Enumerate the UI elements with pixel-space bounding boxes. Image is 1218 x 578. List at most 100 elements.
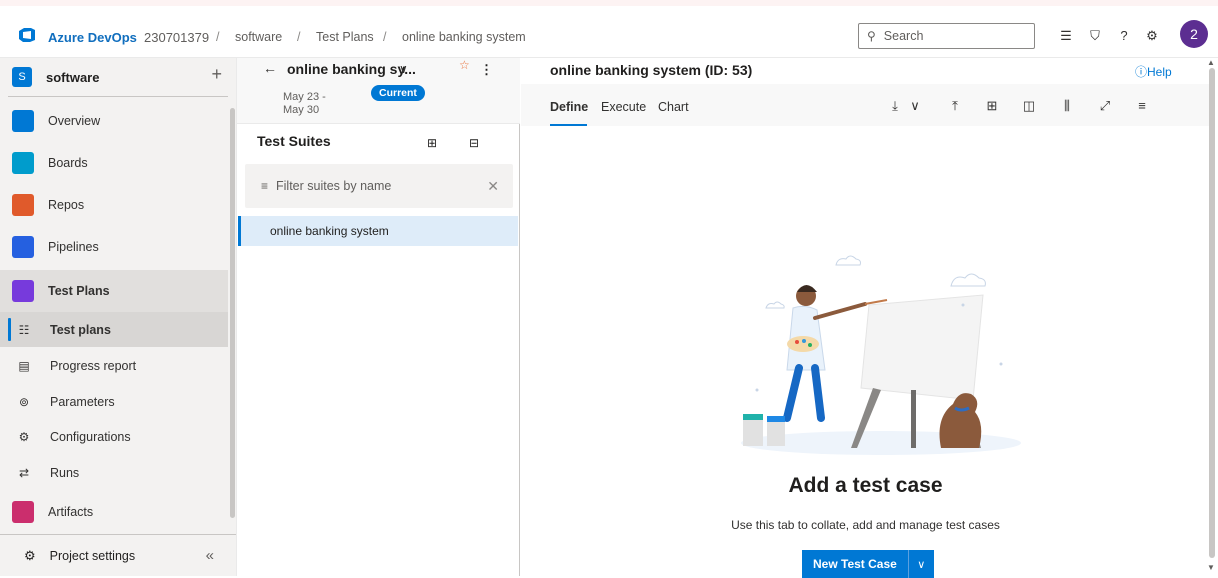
help-link[interactable]: ⓘHelp (1135, 63, 1172, 80)
gear-icon: ⚙ (24, 547, 36, 563)
user-settings-icon[interactable]: ⚙ (1144, 28, 1160, 44)
fullscreen-icon[interactable]: ⤢ (1097, 98, 1113, 114)
more-options-icon[interactable]: ⋮ (480, 62, 493, 78)
suite-label: online banking system (270, 224, 389, 238)
column-options-icon[interactable]: ⫼ (1059, 98, 1075, 114)
chevron-down-icon[interactable]: ∨ (907, 98, 923, 114)
nav-label: Overview (48, 114, 101, 128)
project-badge: S (12, 67, 32, 87)
divider (8, 96, 228, 97)
nav-scrollbar[interactable] (230, 108, 235, 518)
nav-item-pipelines[interactable]: Pipelines (0, 226, 228, 268)
brand-name[interactable]: Azure DevOps (48, 30, 137, 45)
breadcrumb-separator: / (383, 30, 387, 44)
plan-dates: May 23 - May 30 (283, 91, 326, 116)
filter-icon: ≡ (261, 179, 269, 193)
collapse-nav-icon[interactable]: « (206, 547, 214, 564)
nav-label: Pipelines (48, 240, 99, 254)
suites-title: Test Suites (257, 133, 331, 149)
project-header[interactable]: S software + (8, 62, 228, 92)
sub-item-runs[interactable]: ⇄ Runs (0, 455, 228, 490)
nav-item-overview[interactable]: Overview (0, 100, 228, 142)
sub-item-progress-report[interactable]: ▤ Progress report (0, 348, 228, 383)
suite-detail-pane: online banking system (ID: 53) ⓘHelp Def… (521, 58, 1218, 578)
grid-view-icon[interactable]: ⊞ (984, 98, 1000, 114)
top-bar: Azure DevOps 230701379 / software / Test… (0, 6, 1218, 58)
tab-define[interactable]: Define (550, 100, 588, 114)
test-plans-icon (12, 280, 34, 302)
runs-icon: ⇄ (18, 465, 30, 480)
nav-label: Boards (48, 156, 88, 170)
filter-icon[interactable]: ≡ (1134, 98, 1150, 113)
collapse-all-icon[interactable]: ⊟ (469, 136, 479, 150)
nav-item-boards[interactable]: Boards (0, 142, 228, 184)
import-icon[interactable]: ⤒ (947, 98, 963, 114)
plan-header: ← online banking sy... ∨ ☆ ⋮ May 23 - Ma… (237, 58, 520, 124)
nav-label: Artifacts (48, 505, 94, 519)
repos-icon (12, 194, 34, 216)
parameters-icon: ⊚ (18, 394, 30, 409)
sub-label: Parameters (50, 394, 115, 409)
marketplace-bag-icon[interactable]: ⛉ (1087, 28, 1103, 44)
org-name[interactable]: 230701379 (144, 30, 209, 45)
sub-item-test-plans[interactable]: ☷ Test plans (0, 312, 228, 347)
scroll-up-icon[interactable]: ▲ (1207, 58, 1215, 67)
sub-label: Runs (50, 465, 80, 480)
close-icon[interactable]: ✕ (487, 178, 499, 195)
overview-icon (12, 110, 34, 132)
add-icon[interactable]: + (211, 64, 222, 85)
nav-item-test-plans[interactable]: Test Plans (0, 270, 228, 312)
new-test-case-button[interactable]: New Test Case (802, 550, 908, 578)
user-avatar[interactable]: 2 (1180, 20, 1208, 48)
search-icon: ⚲ (867, 29, 876, 43)
breadcrumb-separator: / (216, 30, 220, 44)
pipelines-icon (12, 236, 34, 258)
sub-label: Test plans (50, 322, 111, 337)
help-icon[interactable]: ? (1116, 28, 1132, 43)
azure-devops-logo-icon[interactable] (18, 26, 36, 44)
breadcrumb-project[interactable]: software (235, 30, 282, 44)
plan-name[interactable]: online banking sy... (287, 61, 416, 77)
project-name[interactable]: software (46, 70, 99, 85)
boards-icon (12, 152, 34, 174)
left-navigation: S software + Overview Boards Repos Pipel… (0, 58, 237, 576)
new-test-case-button-group: New Test Case ∨ (802, 550, 934, 578)
tab-chart[interactable]: Chart (658, 100, 689, 114)
configurations-icon: ⚙ (18, 429, 30, 444)
add-suite-icon[interactable]: ⊞ (427, 136, 437, 150)
sub-label: Configurations (50, 429, 131, 444)
filter-placeholder: Filter suites by name (276, 179, 392, 193)
progress-report-icon: ▤ (18, 358, 30, 373)
favorite-icon[interactable]: ☆ (459, 58, 470, 72)
breadcrumb-test-plans[interactable]: Test Plans (316, 30, 374, 44)
back-arrow-icon[interactable]: ← (263, 60, 277, 76)
tab-execute[interactable]: Execute (601, 100, 646, 114)
chevron-down-icon[interactable]: ∨ (907, 550, 934, 578)
search-placeholder: Search (883, 29, 924, 43)
test-plan-pane: ← online banking sy... ∨ ☆ ⋮ May 23 - Ma… (237, 58, 520, 576)
nav-label: Test Plans (48, 284, 110, 298)
export-icon[interactable]: ⤓ (887, 98, 903, 114)
nav-label: Repos (48, 198, 85, 212)
suite-filter-input[interactable]: ≡ Filter suites by name ✕ (245, 164, 513, 208)
empty-state-illustration (741, 255, 1021, 455)
nav-item-artifacts[interactable]: Artifacts (0, 491, 228, 533)
empty-state-description: Use this tab to collate, add and manage … (731, 518, 1000, 532)
status-badge: Current (371, 85, 425, 101)
project-settings-label: Project settings (49, 548, 136, 563)
project-settings[interactable]: ⚙ Project settings « (0, 534, 236, 576)
sub-item-configurations[interactable]: ⚙ Configurations (0, 419, 228, 454)
scroll-down-icon[interactable]: ▼ (1207, 563, 1215, 572)
suite-title: online banking system (ID: 53) (550, 62, 753, 78)
detail-pane-icon[interactable]: ◫ (1021, 98, 1037, 114)
nav-item-repos[interactable]: Repos (0, 184, 228, 226)
empty-state-title: Add a test case (788, 474, 943, 497)
tab-bar: Define Execute Chart ⤓ ∨ ⤒ ⊞ ◫ ⫼ ⤢ ≡ (521, 84, 1210, 126)
sub-item-parameters[interactable]: ⊚ Parameters (0, 384, 228, 419)
work-items-icon[interactable]: ☰ (1058, 28, 1074, 44)
sub-label: Progress report (50, 358, 137, 373)
breadcrumb-plan[interactable]: online banking system (402, 30, 526, 44)
search-box[interactable]: ⚲ Search (858, 23, 1035, 49)
chevron-down-icon[interactable]: ∨ (399, 62, 408, 76)
suite-item[interactable]: online banking system (238, 216, 518, 246)
